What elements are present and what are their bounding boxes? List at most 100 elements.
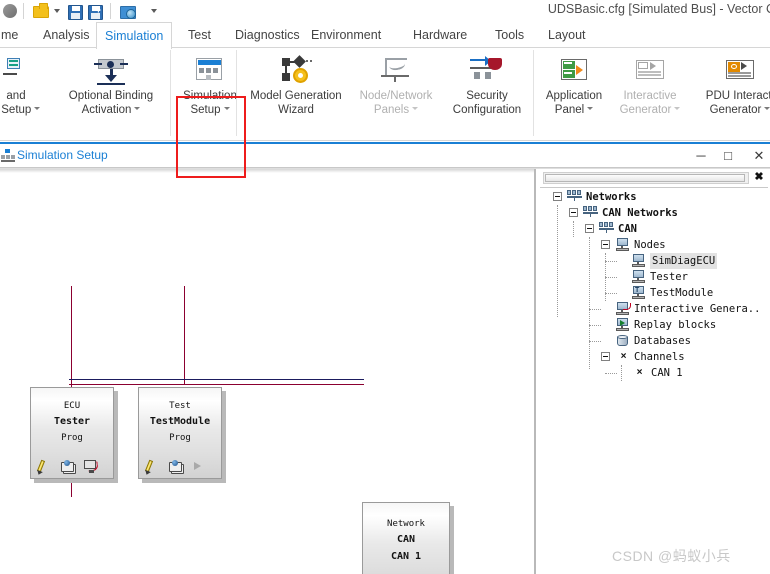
monitor-icon[interactable] xyxy=(83,459,99,473)
security-configuration-icon xyxy=(470,56,504,86)
tree-item-replay-blocks[interactable]: Replay blocks xyxy=(539,317,770,333)
tree-guide-line xyxy=(605,373,617,375)
expander-icon[interactable] xyxy=(569,208,578,217)
tab-tools[interactable]: Tools xyxy=(487,22,532,48)
pc-play-icon xyxy=(615,318,630,332)
scrollbar-thumb[interactable] xyxy=(545,174,745,182)
expander-icon[interactable] xyxy=(585,224,594,233)
simulation-setup-icon xyxy=(193,56,227,86)
tree-item-nodes[interactable]: Nodes xyxy=(539,237,770,253)
maximize-button[interactable]: □ xyxy=(714,144,742,167)
tree-item-tester[interactable]: Tester xyxy=(539,269,770,285)
tree-item-label: CAN xyxy=(618,223,637,235)
tree-item-can[interactable]: CAN xyxy=(539,221,770,237)
ribbon-button-model-generation-wizard[interactable]: Model Generation Wizard xyxy=(250,50,342,134)
tree-horizontal-scrollbar[interactable] xyxy=(543,172,749,184)
tree-item-label: Tester xyxy=(650,271,688,283)
btn-line2: Generator xyxy=(619,103,672,116)
ribbon-button-simulation-setup[interactable]: Simulation Setup xyxy=(166,50,254,134)
tab-diagnostics[interactable]: Diagnostics xyxy=(227,22,308,48)
ribbon-button-label: Model Generation Wizard xyxy=(250,90,342,117)
open-dropdown-caret[interactable] xyxy=(54,9,60,13)
save-web-icon[interactable] xyxy=(118,2,136,20)
pencil-icon[interactable] xyxy=(36,459,50,473)
tree-item-can-networks[interactable]: CAN Networks xyxy=(539,205,770,221)
tab-environment[interactable]: Environment xyxy=(303,22,389,48)
stack-icon[interactable] xyxy=(60,459,74,473)
tab-analysis[interactable]: Analysis xyxy=(35,22,98,48)
ribbon-button-application-panel[interactable]: Application Panel xyxy=(530,50,618,134)
network-tree[interactable]: Networks CAN Networks CAN Nodes SimDiagE… xyxy=(539,189,770,381)
simulation-setup-window-icon xyxy=(1,149,15,162)
chevron-down-icon[interactable] xyxy=(587,107,594,111)
x-icon: × xyxy=(620,351,627,362)
pc-icon xyxy=(631,270,646,284)
panel-divider xyxy=(535,169,536,574)
tab-hardware[interactable]: Hardware xyxy=(405,22,475,48)
ribbon-button-pdu-interactive-generator[interactable]: PDU Interacti Generator xyxy=(690,50,770,134)
ribbon-group-divider-2 xyxy=(236,50,237,136)
minimize-button[interactable]: ─ xyxy=(687,144,715,167)
network-icon xyxy=(599,222,614,234)
close-button[interactable]: ✕ xyxy=(745,144,770,167)
chevron-down-icon[interactable] xyxy=(34,107,41,111)
node-line2: Tester xyxy=(53,416,91,427)
network-line3: CAN 1 xyxy=(390,551,422,562)
tree-panel-close-icon[interactable]: ✖ xyxy=(753,171,765,184)
tree-item-can-1[interactable]: × CAN 1 xyxy=(539,365,770,381)
simulation-setup-canvas[interactable]: ECU Tester Prog Test TestModule Prog Net… xyxy=(0,169,535,574)
tree-item-interactive-generator[interactable]: Interactive Genera.. xyxy=(539,301,770,317)
chevron-down-icon[interactable] xyxy=(412,107,419,111)
chevron-down-icon[interactable] xyxy=(764,107,770,111)
x-icon: × xyxy=(636,367,643,378)
ribbon-button-security-configuration[interactable]: Security Configuration xyxy=(440,50,534,134)
model-generation-wizard-icon xyxy=(279,55,313,86)
play-icon[interactable] xyxy=(191,459,205,473)
tree-item-simdiagecu[interactable]: SimDiagECU xyxy=(539,253,770,269)
btn-line1: Node/Network xyxy=(359,90,433,102)
btn-line2: n Setup xyxy=(0,103,32,116)
chevron-down-icon[interactable] xyxy=(134,107,141,111)
tab-layout[interactable]: Layout xyxy=(540,22,594,48)
ribbon-button-optional-binding-activation[interactable]: Optional Binding Activation xyxy=(67,50,155,134)
customize-qat-icon[interactable] xyxy=(151,9,157,13)
btn-line2: Generator xyxy=(709,103,762,116)
node-testmodule[interactable]: Test TestModule Prog xyxy=(138,387,226,483)
database-icon xyxy=(615,334,630,348)
network-tree-panel: ✖ Networks CAN Networks CAN Nodes SimDia… xyxy=(535,169,770,574)
tree-item-channels[interactable]: × Channels xyxy=(539,349,770,365)
tree-item-label: CAN 1 xyxy=(651,367,683,379)
ribbon-button-interactive-generator[interactable]: Interactive Generator xyxy=(606,50,694,134)
tree-item-label: Nodes xyxy=(634,239,666,251)
tree-item-databases[interactable]: Databases xyxy=(539,333,770,349)
simulation-setup-window: Simulation Setup ─ □ ✕ ECU Tester Prog T… xyxy=(0,144,770,574)
expander-icon[interactable] xyxy=(601,352,610,361)
node-tester[interactable]: ECU Tester Prog xyxy=(30,387,118,483)
tree-panel-top-line xyxy=(540,187,768,188)
tree-item-testmodule[interactable]: T TestModule xyxy=(539,285,770,301)
tree-item-label: Networks xyxy=(586,191,637,203)
node-network-can[interactable]: Network CAN CAN 1 xyxy=(362,502,454,574)
interactive-generator-icon xyxy=(633,56,667,86)
expander-icon[interactable] xyxy=(601,240,610,249)
expander-icon[interactable] xyxy=(553,192,562,201)
open-icon[interactable] xyxy=(31,2,49,20)
btn-line1: Optional Binding xyxy=(68,90,154,102)
network-line2: CAN xyxy=(396,534,416,545)
chevron-down-icon[interactable] xyxy=(223,107,230,111)
ribbon-button-network-setup[interactable]: and n Setup xyxy=(0,50,60,134)
tab-home[interactable]: me xyxy=(0,22,26,48)
save-icon[interactable] xyxy=(65,2,83,20)
stack-icon[interactable] xyxy=(168,459,182,473)
canvas-top-shadow xyxy=(0,169,534,173)
tab-simulation[interactable]: Simulation xyxy=(96,22,173,50)
chevron-down-icon[interactable] xyxy=(674,107,681,111)
node-line3: Prog xyxy=(61,433,83,443)
pdu-interactive-generator-icon xyxy=(723,56,757,86)
save-as-icon[interactable]: + xyxy=(85,2,103,20)
ribbon-button-node-network-panels[interactable]: Node/Network Panels xyxy=(352,50,440,134)
tree-guide-line xyxy=(589,325,601,327)
pencil-icon[interactable] xyxy=(144,459,158,473)
tree-item-networks[interactable]: Networks xyxy=(539,189,770,205)
tab-test[interactable]: Test xyxy=(180,22,219,48)
